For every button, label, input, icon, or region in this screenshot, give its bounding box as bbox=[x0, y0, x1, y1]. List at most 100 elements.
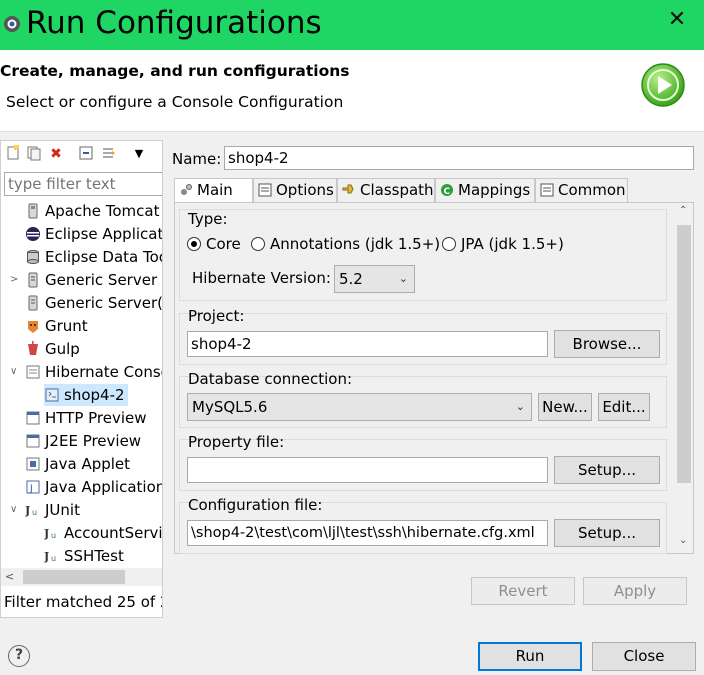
tree-item-label: JUnit bbox=[45, 501, 80, 519]
close-icon[interactable]: ✕ bbox=[665, 8, 689, 32]
help-icon[interactable]: ? bbox=[8, 645, 30, 667]
collapse-all-icon[interactable] bbox=[77, 145, 95, 163]
revert-button[interactable]: Revert bbox=[471, 577, 575, 605]
applet-icon bbox=[25, 456, 41, 472]
tab-classpath[interactable]: Classpath bbox=[337, 178, 435, 202]
tree-item[interactable]: Eclipse Data Toc bbox=[25, 246, 163, 268]
collapsed-chevron-icon[interactable]: > bbox=[10, 269, 18, 291]
tree-item[interactable]: Ju SSHTest bbox=[43, 545, 124, 567]
property-file-field[interactable] bbox=[187, 457, 548, 483]
tab-options[interactable]: Options bbox=[253, 178, 337, 202]
tree-item[interactable]: Eclipse Applicat bbox=[25, 223, 163, 245]
junit-icon: Ju bbox=[24, 502, 41, 518]
tree-item-label: Java Applet bbox=[45, 455, 131, 473]
tree-item-label: HTTP Preview bbox=[45, 409, 147, 427]
tree-item[interactable]: J2EE Preview bbox=[25, 430, 141, 452]
duplicate-icon[interactable] bbox=[25, 145, 43, 163]
tree-item-label: J2EE Preview bbox=[45, 432, 142, 450]
database-connection-label: Database connection: bbox=[188, 370, 353, 388]
grunt-icon bbox=[25, 318, 41, 334]
tab-label: Main bbox=[197, 181, 233, 199]
tab-main[interactable]: Main bbox=[174, 178, 253, 203]
view-menu-chevron-down-icon[interactable]: ▼ bbox=[130, 145, 148, 163]
filter-input[interactable] bbox=[4, 172, 162, 196]
tree-item-label: SSHTest bbox=[64, 547, 124, 565]
run-icon bbox=[641, 63, 685, 107]
tree-item[interactable]: Generic Server(E bbox=[25, 292, 163, 314]
tree-item-label: Gulp bbox=[45, 340, 80, 358]
classpath-tab-icon bbox=[342, 181, 356, 195]
tree-item[interactable]: shop4-2 bbox=[44, 384, 128, 406]
vertical-scrollbar[interactable]: ⌃ ⌄ bbox=[675, 203, 693, 553]
configuration-setup-button[interactable]: Setup... bbox=[554, 519, 660, 547]
radio-jpa bbox=[442, 237, 456, 251]
name-label: Name: bbox=[172, 150, 222, 168]
tree-item[interactable]: Grunt bbox=[25, 315, 88, 337]
header-subtitle: Select or configure a Console Configurat… bbox=[6, 93, 344, 111]
tree-item[interactable]: Ju AccountServi bbox=[43, 522, 162, 544]
tree-item-label: Eclipse Applicat bbox=[45, 225, 163, 243]
tab-label: Options bbox=[276, 181, 334, 199]
title-bar: Run Configurations ✕ bbox=[0, 0, 704, 50]
hibernate-config-icon bbox=[44, 387, 60, 403]
junit-test-icon: Ju bbox=[43, 548, 60, 564]
tab-label: Mappings bbox=[458, 181, 531, 199]
filter-icon[interactable] bbox=[100, 145, 118, 163]
scrollbar-thumb[interactable] bbox=[23, 570, 125, 584]
project-label: Project: bbox=[188, 307, 245, 325]
expanded-chevron-icon[interactable]: ∨ bbox=[10, 499, 17, 521]
tab-mappings[interactable]: C Mappings bbox=[435, 178, 535, 202]
tree-item[interactable]: Java Applet bbox=[25, 453, 130, 475]
run-button[interactable]: Run bbox=[478, 642, 582, 671]
hibernate-version-label: Hibernate Version: bbox=[192, 269, 331, 287]
tab-common[interactable]: Common bbox=[535, 178, 628, 202]
configuration-list-panel: ✖ ▼ Apache Tomcat Eclipse Applicat Eclipse… bbox=[0, 140, 163, 618]
tree-item-label: Generic Server(E bbox=[45, 294, 163, 312]
tree-item-label: Eclipse Data Toc bbox=[45, 248, 163, 266]
edit-connection-button[interactable]: Edit... bbox=[598, 393, 650, 421]
type-core-radio[interactable]: Core bbox=[187, 234, 241, 254]
server-icon bbox=[25, 295, 41, 311]
tree-item-label: Apache Tomcat bbox=[45, 202, 160, 220]
filter-status: Filter matched 25 of 2 bbox=[4, 593, 163, 611]
svg-text:J: J bbox=[29, 484, 33, 494]
java-app-icon: J bbox=[25, 479, 41, 495]
browse-button[interactable]: Browse... bbox=[554, 330, 660, 358]
type-jpa-radio[interactable]: JPA (jdk 1.5+) bbox=[442, 234, 564, 254]
header-title: Create, manage, and run configurations bbox=[0, 62, 350, 80]
junit-test-icon: Ju bbox=[43, 525, 60, 541]
tree-item[interactable]: J Java Application bbox=[25, 476, 162, 498]
tree-item[interactable]: Ju JUnit bbox=[24, 499, 80, 521]
tree-item[interactable]: HTTP Preview bbox=[25, 407, 147, 429]
name-field[interactable]: shop4-2 bbox=[224, 146, 694, 170]
options-tab-icon bbox=[258, 181, 272, 197]
radio-annotations bbox=[251, 237, 265, 251]
mappings-tab-icon: C bbox=[440, 181, 454, 197]
property-setup-button[interactable]: Setup... bbox=[554, 456, 660, 484]
new-config-icon[interactable] bbox=[4, 145, 22, 163]
close-button[interactable]: Close bbox=[592, 642, 696, 671]
expanded-chevron-icon[interactable]: ∨ bbox=[10, 361, 17, 383]
tree-item[interactable]: Gulp bbox=[25, 338, 80, 360]
http-icon bbox=[25, 410, 41, 426]
scroll-up-icon[interactable]: ⌃ bbox=[679, 205, 687, 216]
database-connection-select[interactable]: MySQL5.6 ⌄ bbox=[187, 393, 532, 421]
apply-button[interactable]: Apply bbox=[583, 577, 687, 605]
tree-item[interactable]: Hibernate Conso bbox=[25, 361, 163, 383]
horizontal-scrollbar[interactable]: < bbox=[1, 568, 162, 586]
scrollbar-thumb[interactable] bbox=[677, 225, 691, 483]
tree-item[interactable]: Generic Server bbox=[25, 269, 157, 291]
configuration-file-field[interactable]: \shop4-2\test\com\ljl\test\ssh\hibernate… bbox=[187, 520, 548, 546]
property-file-label: Property file: bbox=[188, 433, 285, 451]
scroll-left-icon[interactable]: < bbox=[5, 568, 14, 586]
type-annotations-radio[interactable]: Annotations (jdk 1.5+) bbox=[251, 234, 440, 254]
svg-text:J: J bbox=[44, 550, 49, 563]
hibernate-version-select[interactable]: 5.2 ⌄ bbox=[334, 265, 415, 293]
project-field[interactable]: shop4-2 bbox=[187, 331, 548, 357]
scroll-down-icon[interactable]: ⌄ bbox=[679, 535, 687, 546]
tree-item[interactable]: Apache Tomcat bbox=[25, 200, 159, 222]
tree-item-label: Hibernate Conso bbox=[45, 363, 163, 381]
new-connection-button[interactable]: New... bbox=[538, 393, 592, 421]
tree-item-label: Grunt bbox=[45, 317, 88, 335]
delete-icon[interactable]: ✖ bbox=[47, 145, 65, 163]
